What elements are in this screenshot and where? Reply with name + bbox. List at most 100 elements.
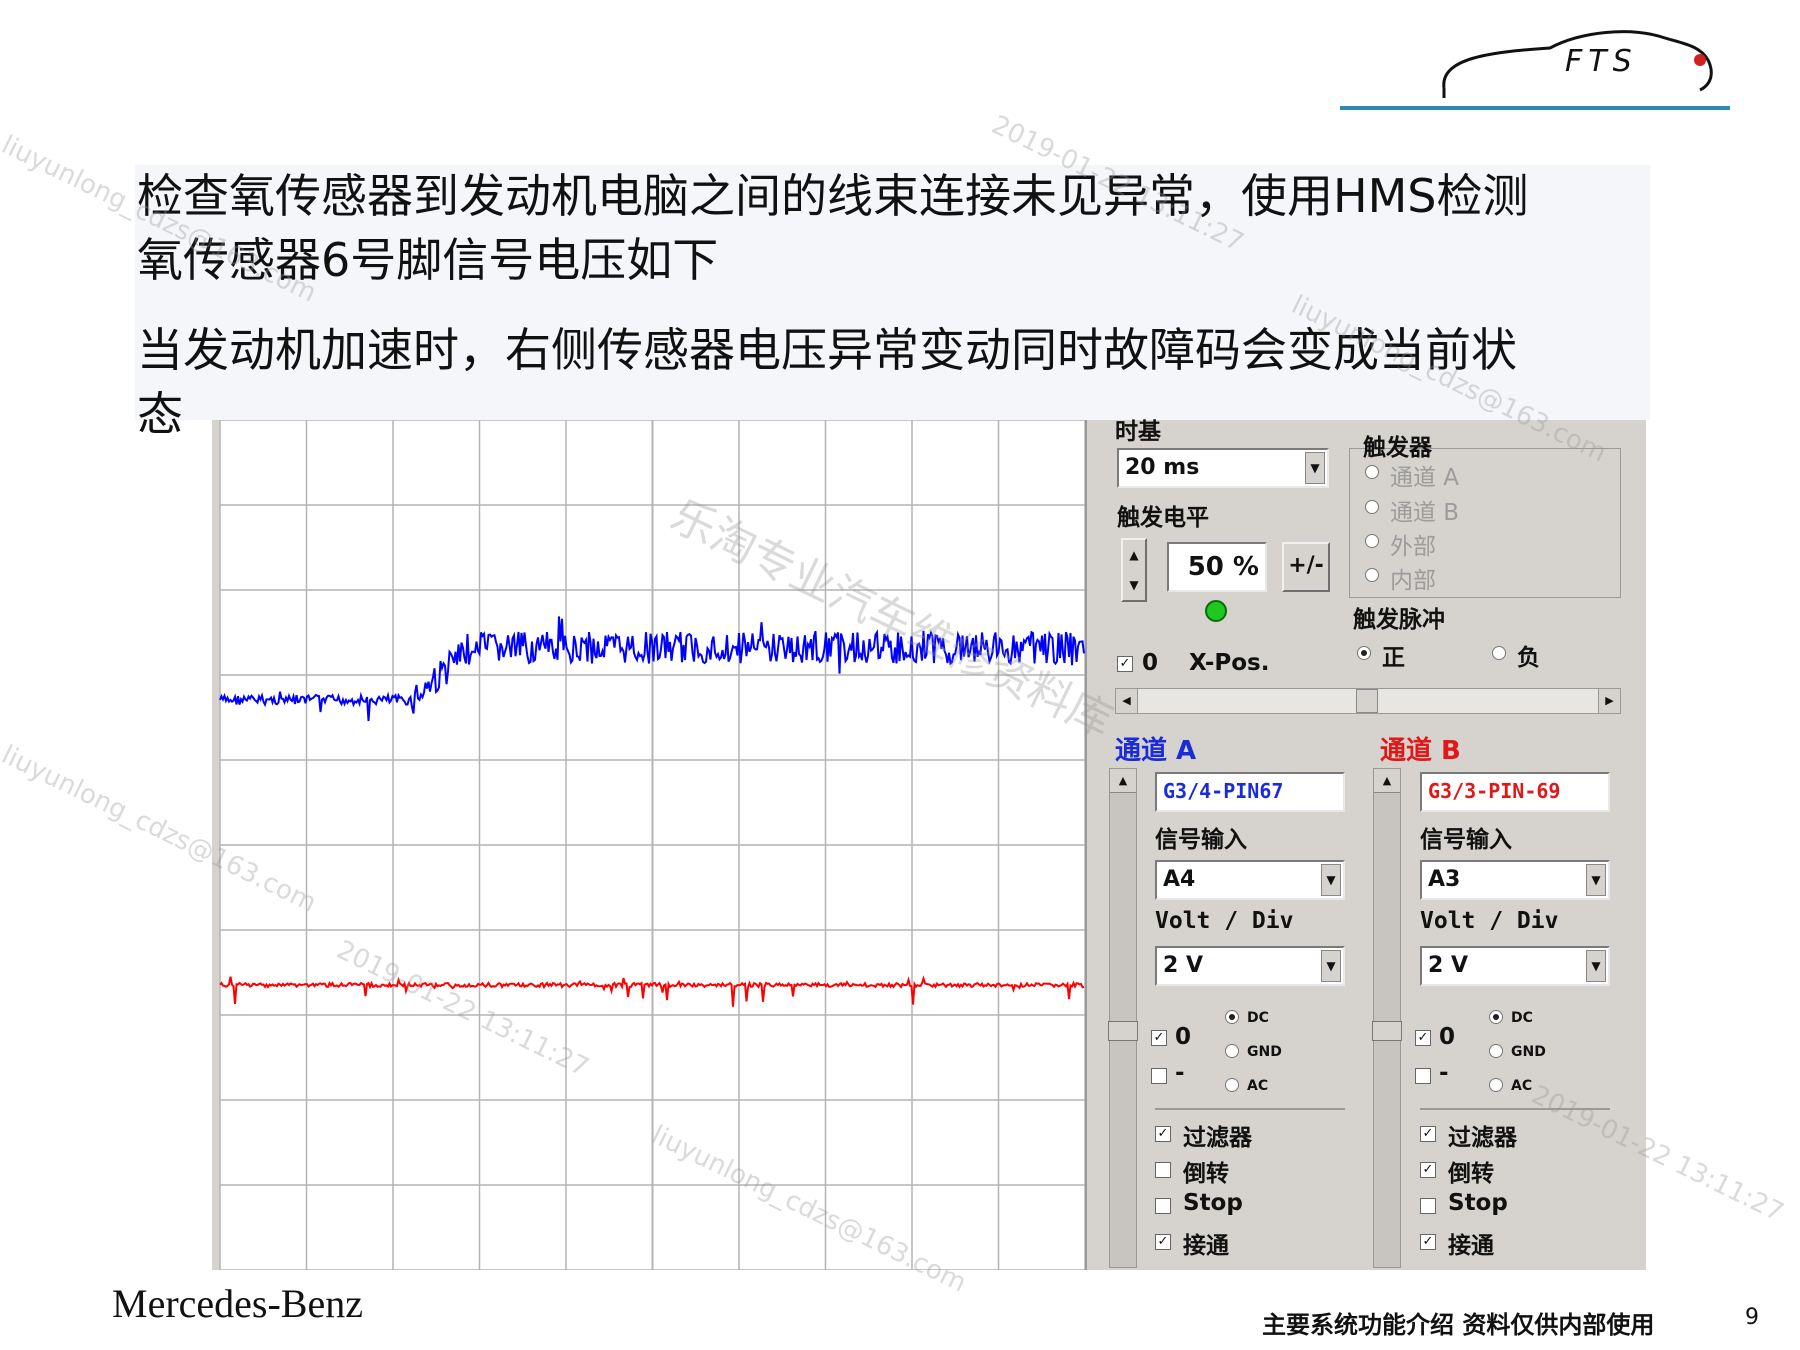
channel-a-volt-div-value: 2 V — [1163, 953, 1203, 978]
chevron-down-icon[interactable]: ▼ — [1305, 452, 1325, 484]
channel-b-gnd-radio[interactable] — [1489, 1044, 1503, 1058]
channel-a-signal-input-value: A4 — [1163, 867, 1196, 892]
pulse-positive-radio[interactable] — [1357, 646, 1371, 660]
channel-a-minus-label: - — [1175, 1060, 1185, 1086]
title-line-1: 检查氧传感器到发动机电脑之间的线束连接未见异常，使用HMS检测 — [137, 169, 1529, 223]
channel-b-dc-radio[interactable] — [1489, 1010, 1503, 1024]
trigger-radio-internal[interactable] — [1365, 568, 1379, 582]
chevron-down-icon[interactable]: ▼ — [1321, 950, 1341, 982]
channel-a-name-field[interactable]: G3/4-PIN67 — [1155, 772, 1345, 812]
channel-b-signal-input-select[interactable]: A3 ▼ — [1420, 860, 1610, 900]
channel-b-filter-label: 过滤器 — [1448, 1125, 1517, 1151]
chevron-down-icon[interactable]: ▼ — [1586, 864, 1606, 896]
channel-b-signal-input-value: A3 — [1428, 867, 1461, 892]
trigger-option-external: 外部 — [1390, 534, 1436, 560]
channel-b-minus-label: - — [1439, 1060, 1449, 1086]
channel-b-name-field[interactable]: G3/3-PIN-69 — [1420, 772, 1610, 812]
channel-b-up-icon[interactable]: ▲ — [1374, 769, 1400, 793]
channel-a-offset-slider[interactable]: ▲ — [1108, 768, 1138, 1268]
pulse-negative-label: 负 — [1517, 645, 1540, 671]
title-line-3: 当发动机加速时，右侧传感器电压异常变动同时故障码会变成当前状 — [137, 323, 1517, 377]
channel-a-filter-checkbox[interactable]: ✓ — [1155, 1126, 1171, 1142]
channel-a-stop-label: Stop — [1183, 1190, 1243, 1216]
xpos-scrollbar[interactable]: ◀ ▶ — [1115, 688, 1621, 714]
xpos-label: X-Pos. — [1189, 650, 1270, 676]
channel-a-signal-input-label: 信号输入 — [1155, 827, 1247, 853]
xpos-zero-label: 0 — [1142, 650, 1159, 676]
channel-a-connect-checkbox[interactable]: ✓ — [1155, 1234, 1171, 1250]
channel-b-connect-label: 接通 — [1448, 1233, 1494, 1259]
control-panel: 时基 20 ms ▼ 触发电平 ▲ ▼ 50 % +/- ✓ 0 X-Pos. 触… — [1085, 419, 1646, 1270]
channel-a-slider-thumb[interactable] — [1108, 1021, 1138, 1041]
channel-a-ac-radio[interactable] — [1225, 1078, 1239, 1092]
channel-b-offset-slider[interactable]: ▲ — [1372, 768, 1402, 1268]
trigger-radio-b[interactable] — [1365, 500, 1379, 514]
channel-b-gnd-label: GND — [1511, 1044, 1546, 1060]
channel-b-zero-label: 0 — [1439, 1024, 1456, 1050]
channel-b-slider-thumb[interactable] — [1372, 1021, 1402, 1041]
channel-a-divider — [1155, 1108, 1345, 1110]
trigger-option-internal: 内部 — [1390, 568, 1436, 594]
channel-b-signal-input-label: 信号输入 — [1420, 827, 1512, 853]
channel-a-up-icon[interactable]: ▲ — [1110, 769, 1136, 793]
plus-minus-button[interactable]: +/- — [1282, 542, 1330, 592]
channel-b-volt-div-value: 2 V — [1428, 953, 1468, 978]
channel-b-ac-radio[interactable] — [1489, 1078, 1503, 1092]
channel-b-volt-div-select[interactable]: 2 V ▼ — [1420, 946, 1610, 986]
timebase-select[interactable]: 20 ms ▼ — [1117, 448, 1329, 488]
channel-b-volt-div-label: Volt / Div — [1420, 908, 1559, 934]
channel-b-connect-checkbox[interactable]: ✓ — [1420, 1234, 1436, 1250]
channel-a-gnd-label: GND — [1247, 1044, 1282, 1060]
channel-a-gnd-radio[interactable] — [1225, 1044, 1239, 1058]
channel-b-stop-label: Stop — [1448, 1190, 1508, 1216]
channel-b-filter-checkbox[interactable]: ✓ — [1420, 1126, 1436, 1142]
trigger-radio-external[interactable] — [1365, 534, 1379, 548]
channel-a-ac-label: AC — [1247, 1078, 1269, 1094]
trigger-option-a: 通道 A — [1390, 465, 1460, 491]
scroll-right-icon[interactable]: ▶ — [1598, 689, 1620, 713]
trigger-led-icon — [1205, 600, 1227, 622]
channel-a-volt-div-select[interactable]: 2 V ▼ — [1155, 946, 1345, 986]
oscilloscope-screen — [212, 420, 1085, 1270]
mercedes-benz-brand: Mercedes-Benz — [112, 1281, 363, 1326]
timebase-value: 20 ms — [1125, 455, 1200, 480]
channel-b-minus-checkbox[interactable] — [1415, 1068, 1431, 1084]
channel-b-dc-label: DC — [1511, 1010, 1533, 1026]
channel-a-zero-checkbox[interactable]: ✓ — [1151, 1030, 1167, 1046]
channel-b-ac-label: AC — [1511, 1078, 1533, 1094]
channel-b-stop-checkbox[interactable] — [1420, 1198, 1436, 1214]
trigger-level-field[interactable]: 50 % — [1167, 542, 1267, 592]
channel-a-invert-label: 倒转 — [1183, 1161, 1229, 1187]
scroll-thumb[interactable] — [1356, 689, 1378, 713]
channel-a-minus-checkbox[interactable] — [1151, 1068, 1167, 1084]
channel-a-filter-label: 过滤器 — [1183, 1125, 1252, 1151]
chevron-down-icon[interactable]: ▼ — [1586, 950, 1606, 982]
trigger-level-label: 触发电平 — [1117, 505, 1209, 531]
channel-a-connect-label: 接通 — [1183, 1233, 1229, 1259]
screen-left-border — [212, 420, 220, 1270]
chevron-down-icon[interactable]: ▼ — [1321, 864, 1341, 896]
trigger-level-spinner[interactable]: ▲ ▼ — [1121, 538, 1147, 602]
logo-underline — [1340, 106, 1730, 110]
channel-b-invert-label: 倒转 — [1448, 1161, 1494, 1187]
channel-a-dc-radio[interactable] — [1225, 1010, 1239, 1024]
channel-a-zero-label: 0 — [1175, 1024, 1192, 1050]
xpos-checkbox[interactable]: ✓ — [1117, 656, 1133, 672]
channel-a-invert-checkbox[interactable] — [1155, 1162, 1171, 1178]
channel-a-signal-input-select[interactable]: A4 ▼ — [1155, 860, 1345, 900]
logo-text: FTS — [1565, 44, 1638, 79]
timebase-label: 时基 — [1115, 419, 1161, 445]
trigger-radio-a[interactable] — [1365, 465, 1379, 479]
channel-b-zero-checkbox[interactable]: ✓ — [1415, 1030, 1431, 1046]
title-line-4: 态 — [137, 387, 183, 441]
channel-a-volt-div-label: Volt / Div — [1155, 908, 1294, 934]
channel-b-title: 通道 B — [1380, 736, 1461, 766]
channel-b-invert-checkbox[interactable]: ✓ — [1420, 1162, 1436, 1178]
channel-b-divider — [1420, 1108, 1610, 1110]
trigger-pulse-label: 触发脉冲 — [1353, 607, 1445, 633]
trigger-group-label: 触发器 — [1363, 435, 1432, 461]
scroll-left-icon[interactable]: ◀ — [1116, 689, 1138, 713]
pulse-positive-label: 正 — [1382, 645, 1405, 671]
channel-a-stop-checkbox[interactable] — [1155, 1198, 1171, 1214]
pulse-negative-radio[interactable] — [1492, 646, 1506, 660]
